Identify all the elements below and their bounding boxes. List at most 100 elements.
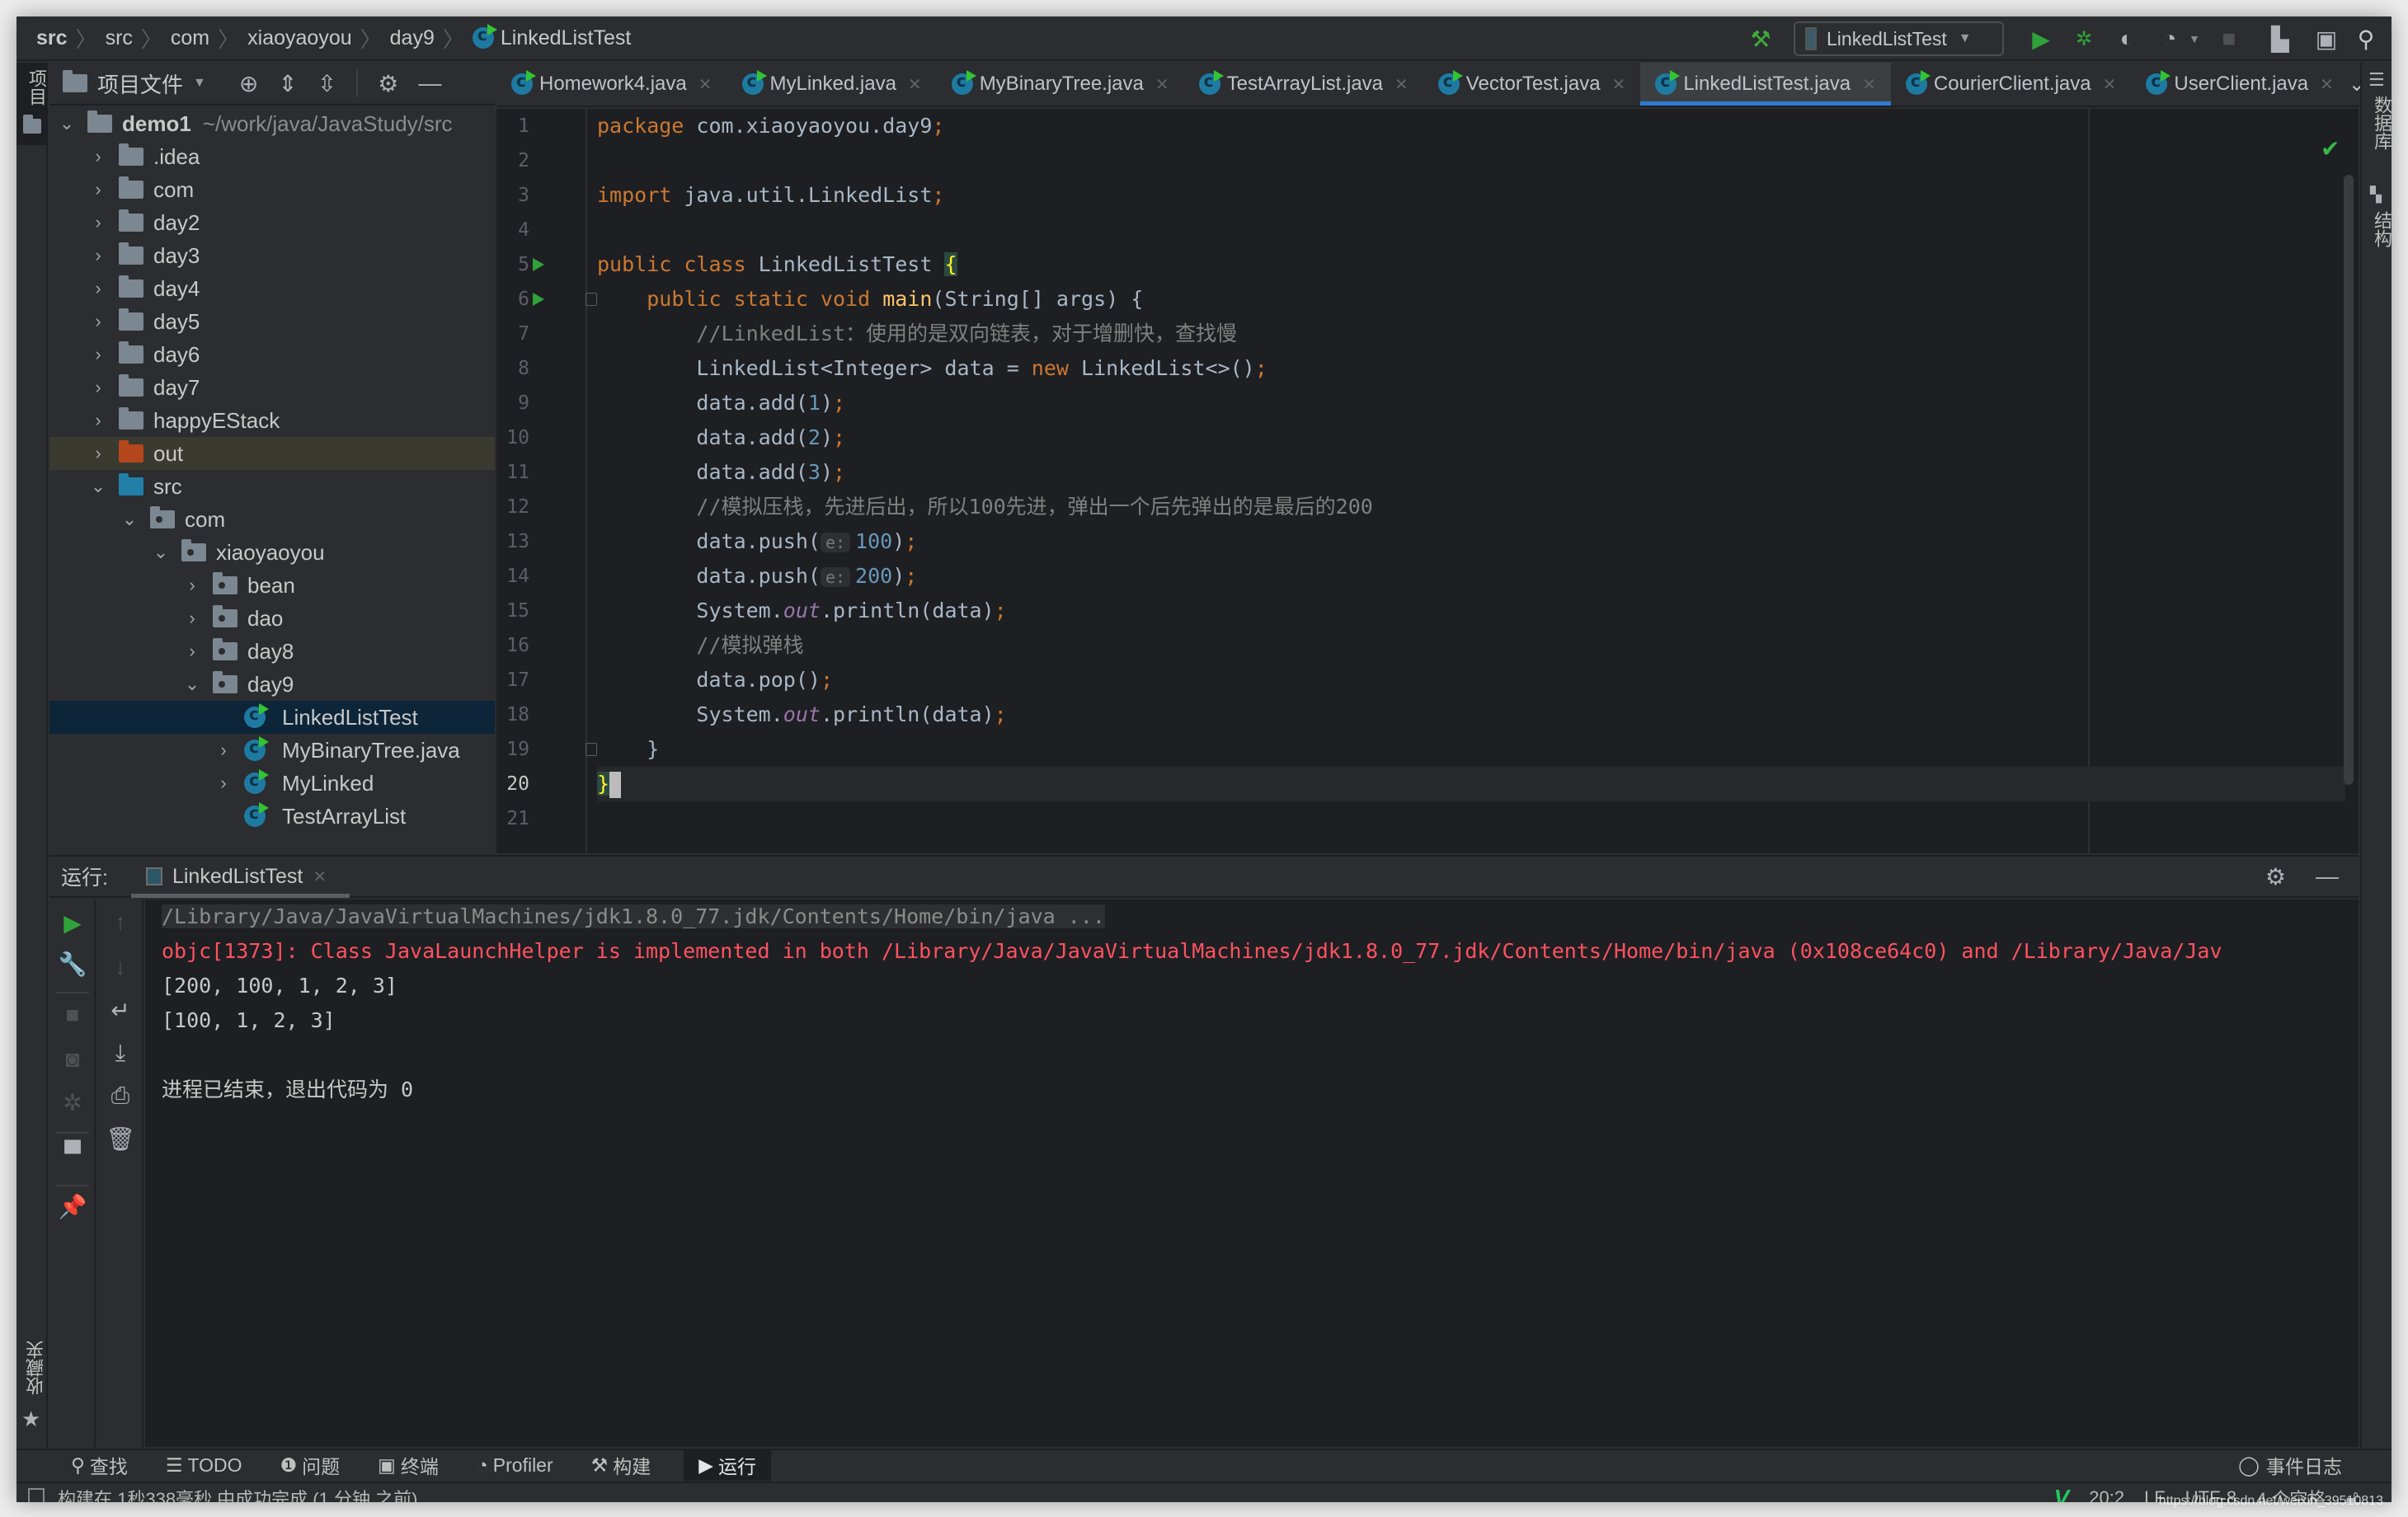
code-line[interactable]: 17 data.pop(); <box>506 663 2345 697</box>
fold-marker-icon[interactable] <box>586 743 597 756</box>
minimize-icon[interactable]: — <box>2316 863 2339 890</box>
tree-item[interactable]: › happyEStack <box>49 404 495 437</box>
wrench-icon[interactable]: 🔧 <box>49 951 96 978</box>
chevron-right-icon[interactable]: › <box>89 278 107 299</box>
tree-item[interactable]: › day4 <box>49 272 495 305</box>
code-line[interactable]: 5 public class LinkedListTest { <box>518 247 2345 282</box>
chevron-right-icon[interactable]: › <box>89 410 107 431</box>
tree-item[interactable]: › day2 <box>49 206 495 239</box>
tree-item[interactable]: › day5 <box>49 305 495 338</box>
code-line[interactable]: 4 <box>518 213 2345 247</box>
stop-icon[interactable]: ■ <box>2215 25 2243 53</box>
chevron-right-icon[interactable]: › <box>214 773 233 794</box>
close-icon[interactable]: ✕ <box>313 867 327 887</box>
tree-item[interactable]: LinkedListTest <box>49 701 495 734</box>
database-tool-label[interactable]: 数据库 <box>2368 96 2392 150</box>
code-line[interactable]: 7 //LinkedList：使用的是双向链表，对于增删快，查找慢 <box>518 317 2345 351</box>
tree-item[interactable]: › .idea <box>49 140 495 173</box>
layout-icon[interactable]: ▀ <box>49 1140 96 1167</box>
tree-item[interactable]: › bean <box>49 569 495 602</box>
chevron-right-icon[interactable]: › <box>89 212 107 233</box>
breadcrumb-item[interactable]: xiaoyaoyou <box>247 26 351 50</box>
editor-scrollbar[interactable] <box>2344 175 2354 785</box>
run-tab[interactable]: LinkedListTest ✕ <box>130 855 350 898</box>
chevron-right-icon[interactable]: › <box>183 641 201 662</box>
code-editor[interactable]: 1 package com.xiaoyaoyou.day9; 2 3 import ja… <box>496 109 2359 853</box>
run-icon[interactable]: ▶ <box>2027 25 2055 53</box>
code-line[interactable]: 14 data.push(e: 200); <box>506 559 2345 594</box>
tool-window-button[interactable]: ▶ 运行 <box>684 1449 771 1481</box>
rerun-icon[interactable]: ▶ <box>49 909 96 937</box>
tree-item[interactable]: ⌄ com <box>49 503 495 536</box>
debug-export-icon[interactable]: ✲ <box>49 1089 96 1116</box>
tool-window-button[interactable]: ☰ TODO <box>161 1449 247 1481</box>
locate-file-icon[interactable]: ⊕ <box>239 70 258 97</box>
tree-item[interactable]: › MyLinked <box>49 767 495 800</box>
gear-icon[interactable]: ⚙ <box>2265 863 2286 890</box>
search-icon[interactable]: ⚲ <box>2352 25 2380 53</box>
vim-plugin-icon[interactable]: V <box>2054 1485 2070 1502</box>
chevron-down-icon[interactable]: ⌄ <box>89 476 107 497</box>
tree-item[interactable]: › dao <box>49 602 495 635</box>
structure-icon[interactable]: ▚ <box>2370 186 2382 204</box>
close-icon[interactable]: ✕ <box>908 74 922 95</box>
editor-tab[interactable]: MyBinaryTree.java ✕ <box>937 63 1184 106</box>
star-icon[interactable]: ★ <box>21 1407 40 1432</box>
chevron-down-icon[interactable]: ⌄ <box>120 509 139 530</box>
tree-item[interactable]: › day7 <box>49 371 495 404</box>
tool-window-button[interactable]: ◔ Profiler <box>472 1449 558 1481</box>
chevron-right-icon[interactable]: › <box>89 377 107 398</box>
editor-tab[interactable]: LinkedListTest.java ✕ <box>1640 63 1891 106</box>
pin-icon[interactable]: 📌 <box>49 1193 96 1220</box>
chevron-right-icon[interactable]: › <box>89 443 107 464</box>
arrow-up-icon[interactable]: ↑ <box>97 909 143 936</box>
code-line[interactable]: 3 import java.util.LinkedList; <box>518 178 2345 213</box>
database-icon[interactable]: ☰ <box>2368 69 2385 91</box>
editor-tab[interactable]: VectorTest.java ✕ <box>1423 63 1641 106</box>
code-line[interactable]: 12 //模拟压栈，先进后出，所以100先进，弹出一个后先弹出的是最后的200 <box>506 490 2345 524</box>
code-line[interactable]: 6 public static void main(String[] args)… <box>518 282 2345 317</box>
chevron-down-icon[interactable]: ⌄ <box>58 113 76 134</box>
tool-window-button[interactable]: ❶ 问题 <box>275 1449 346 1481</box>
console-output[interactable]: /Library/Java/JavaVirtualMachines/jdk1.8… <box>145 899 2359 1447</box>
camera-icon[interactable]: ◙ <box>49 1046 96 1073</box>
tree-item[interactable]: › day3 <box>49 239 495 272</box>
run-configuration-select[interactable]: LinkedListTest ▼ <box>1794 21 2004 56</box>
chevron-down-icon[interactable]: ⌄ <box>183 674 201 695</box>
expand-all-icon[interactable]: ⇕ <box>278 70 297 97</box>
tool-window-button[interactable]: ⚲ 查找 <box>66 1449 133 1481</box>
toggle-tool-windows-icon[interactable] <box>28 1488 45 1502</box>
editor-tab[interactable]: TestArrayList.java ✕ <box>1184 63 1423 106</box>
tree-item[interactable]: › day8 <box>49 635 495 668</box>
gear-icon[interactable]: ⚙ <box>378 70 398 97</box>
editor-tab[interactable]: CourierClient.java ✕ <box>1891 63 2132 106</box>
editor-tab[interactable]: MyLinked.java ✕ <box>727 63 937 106</box>
soft-wrap-icon[interactable]: ↵ <box>97 997 143 1024</box>
code-line[interactable]: 20} <box>506 767 2345 801</box>
tree-item[interactable]: ⌄ xiaoyaoyou <box>49 536 495 569</box>
chevron-right-icon[interactable]: › <box>89 311 107 332</box>
fold-marker-icon[interactable] <box>586 293 597 306</box>
chevron-right-icon[interactable]: › <box>89 245 107 266</box>
breadcrumb-item[interactable]: com <box>171 26 209 50</box>
breadcrumb-item[interactable]: day9 <box>390 26 435 50</box>
tree-item[interactable]: ⌄ day9 <box>49 668 495 701</box>
code-line[interactable]: 2 <box>518 143 2345 178</box>
chevron-right-icon[interactable]: › <box>89 344 107 365</box>
breadcrumb-current[interactable]: LinkedListTest <box>472 24 631 50</box>
run-gutter-icon[interactable] <box>533 258 544 271</box>
breadcrumb-item[interactable]: src <box>106 26 133 50</box>
status-message[interactable]: 构建在 1秒338毫秒 中成功完成 (1 分钟 之前) <box>58 1485 417 1502</box>
build-hammer-icon[interactable]: ⚒ <box>1747 25 1775 53</box>
project-view-selector[interactable]: 项目文件 <box>97 68 183 99</box>
trash-icon[interactable]: 🗑 <box>97 1125 143 1153</box>
project-structure-icon[interactable]: ▙ <box>2266 25 2294 53</box>
project-tool-button[interactable]: 项目 <box>16 63 48 145</box>
code-line[interactable]: 21 <box>506 801 2345 836</box>
editor-tab[interactable]: Homework4.java ✕ <box>496 63 727 106</box>
chevron-right-icon[interactable]: › <box>183 608 201 629</box>
code-line[interactable]: 13 data.push(e: 100); <box>506 524 2345 559</box>
tool-window-button[interactable]: ▣ 终端 <box>373 1449 444 1481</box>
code-line[interactable]: 19 } <box>506 732 2345 767</box>
structure-tool-label[interactable]: 结构 <box>2368 211 2392 247</box>
